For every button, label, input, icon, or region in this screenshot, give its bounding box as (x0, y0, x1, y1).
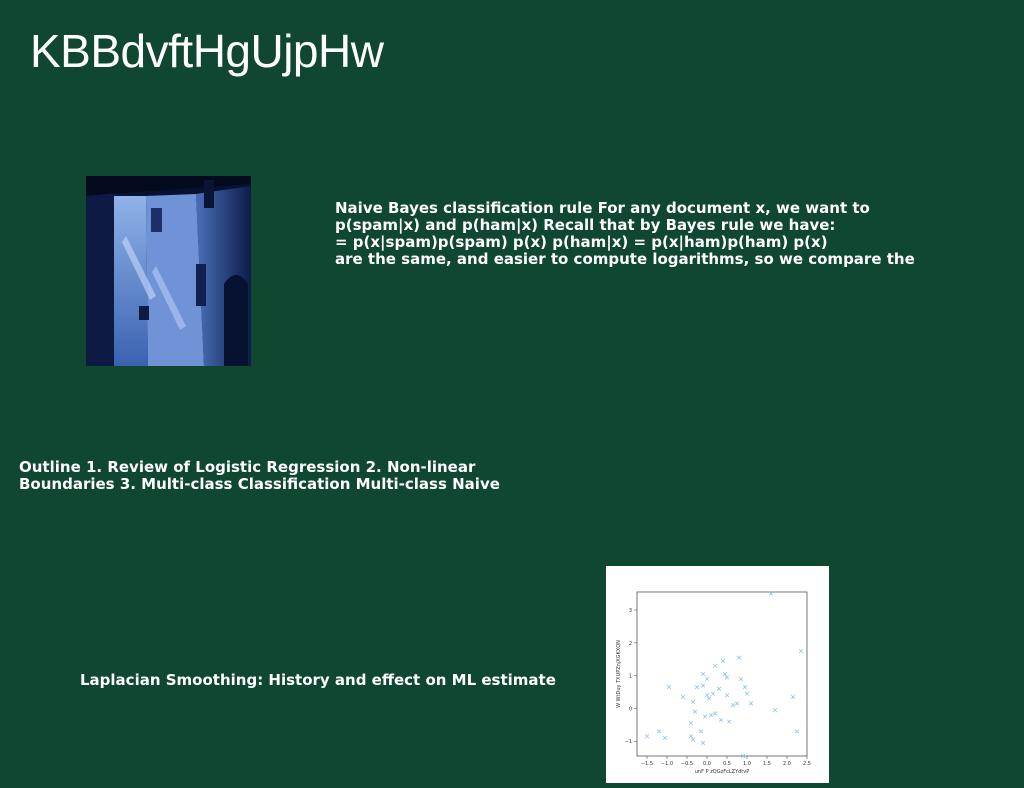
y-tick-label: 2 (629, 641, 632, 647)
naive-bayes-paragraph: Naive Bayes classification rule For any … (335, 200, 995, 268)
scatter-plot: −1.5 −1.0 −0.5 0.0 0.5 1.0 1.5 2.0 2.5 −1 0 1 2 3 unF … (616, 591, 811, 775)
x-tick-label: −1.5 (641, 761, 653, 767)
x-axis-label: unF P zQGzFcLZYdtvP (695, 769, 749, 775)
scatter-chart: −1.5 −1.0 −0.5 0.0 0.5 1.0 1.5 2.0 2.5 −1 0 1 2 3 unF … (606, 566, 829, 783)
outline-line: Boundaries 3. Multi-class Classification… (19, 475, 500, 493)
slide-title: KBBdvftHgUjpHw (30, 25, 384, 77)
paragraph-line: = p(x|spam)p(spam) p(x) p(ham|x) = p(x|h… (335, 233, 828, 251)
x-tick-label: 1.5 (763, 761, 771, 767)
paragraph-line: p(spam|x) and p(ham|x) Recall that by Ba… (335, 216, 836, 234)
x-tick-label: −1.0 (661, 761, 673, 767)
x-tick-label: 0.5 (723, 761, 731, 767)
paragraph-line: Naive Bayes classification rule For any … (335, 199, 870, 217)
y-tick-label: 1 (629, 674, 632, 680)
y-axis-label: W WtDuy TXUPZnjXGKXQN (616, 640, 622, 708)
alley-photo (86, 176, 251, 366)
x-tick-label: −0.5 (681, 761, 693, 767)
y-tick-label: −1 (625, 739, 632, 745)
x-tick-label: 2.0 (783, 761, 791, 767)
x-tick-label: 2.5 (803, 761, 811, 767)
laplace-caption: Laplacian Smoothing: History and effect … (80, 671, 556, 689)
y-tick-label: 3 (629, 608, 632, 614)
plot-frame (636, 591, 808, 757)
x-tick-label: 1.0 (743, 761, 751, 767)
y-tick-label: 0 (629, 706, 632, 712)
alley-photo-graphic (86, 176, 251, 366)
outline-text: Outline 1. Review of Logistic Regression… (19, 459, 579, 493)
outline-line: Outline 1. Review of Logistic Regression… (19, 458, 476, 476)
paragraph-line: are the same, and easier to compute loga… (335, 250, 915, 268)
x-tick-label: 0.0 (703, 761, 711, 767)
